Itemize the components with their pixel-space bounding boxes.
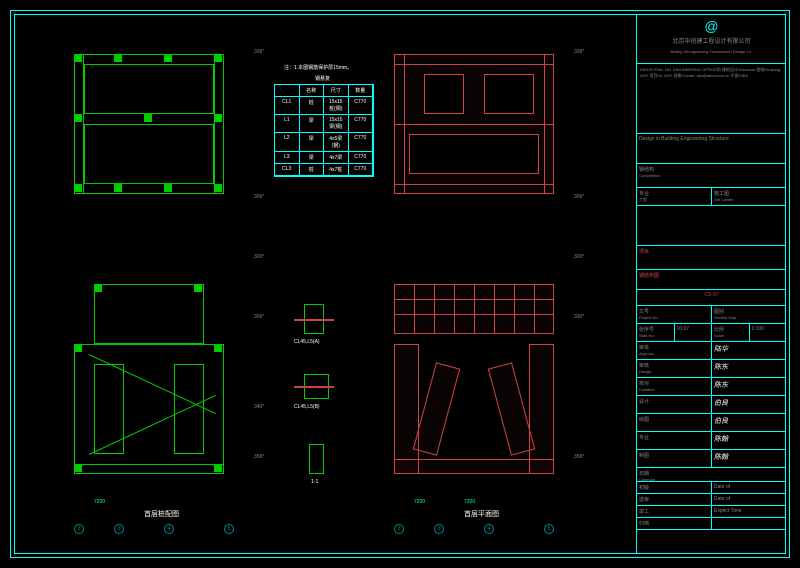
detail-3: 1-1 [299, 444, 339, 484]
grid-4-l: 4 [164, 524, 174, 534]
grid-3-r: 3 [434, 524, 444, 534]
grid-4-r: 4 [484, 524, 494, 534]
elev-bl-2: 306° [254, 314, 264, 320]
grid-3-l: 3 [114, 524, 124, 534]
title-left: 首层桩配图 [144, 509, 179, 519]
detail-2: CL45,L5(B) [294, 374, 344, 414]
company-en: Beijing Zhongchuang Construction Design … [641, 47, 782, 56]
notes: INDUSTRIAL NO. ENGINEERING OFFICE的 建筑设计/… [637, 64, 786, 134]
elev-tl-1: 336° [254, 49, 264, 55]
logo-area: @ 北京中创建工程设计有限公司 Beijing Zhongchuang Cons… [637, 14, 786, 64]
member-table: 钢悬复 名称 尺寸 数量 CL1桩15x15桩(钢)C770 L1梁15x15梁… [274, 84, 374, 177]
elev-tl-2: 309° [254, 194, 264, 200]
dim-2: 7200 [414, 499, 425, 505]
grid-2-l: 2 [74, 524, 84, 534]
company-name: 北京中创建工程设计有限公司 [641, 34, 782, 47]
phase2: 项目 [637, 246, 786, 270]
title-right: 首层平面图 [464, 509, 499, 519]
title-block: @ 北京中创建工程设计有限公司 Beijing Zhongchuang Cons… [636, 14, 786, 554]
elev-bl-4: 359° [254, 454, 264, 460]
elev-br-2: 330° [574, 314, 584, 320]
dim-1: 7200 [94, 499, 105, 505]
plan-bot-left [64, 274, 244, 484]
at-logo: @ [641, 18, 782, 34]
plan-bot-right [384, 274, 564, 484]
grid-2-r: 2 [394, 524, 404, 534]
drawing-name: 钢结构图 [637, 270, 786, 290]
detail-1: CL45,L5(A) [294, 304, 344, 344]
elev-tr-1: 339° [574, 49, 584, 55]
elev-br-1: 320° [574, 254, 584, 260]
elev-bl-1: 320° [254, 254, 264, 260]
grid-5-l: 5 [224, 524, 234, 534]
plan-top-left [64, 44, 244, 204]
drawing-no: CS-07 [637, 290, 786, 306]
table-title: 钢悬复 [315, 75, 330, 82]
elev-br-3: 359° [574, 454, 584, 460]
drawing-area: 336° 309° 339° 309° 320° 306° 340° 359° [14, 14, 636, 554]
dim-3: 7200 [464, 499, 475, 505]
title-note: 注：1.本图钢筋保护层15mm。 [284, 64, 352, 71]
grid-5-r: 5 [544, 524, 554, 534]
elev-bl-3: 340° [254, 404, 264, 410]
plan-top-right [384, 44, 564, 204]
elev-tr-2: 309° [574, 194, 584, 200]
design-note: Design in Building Engineering Structure [637, 134, 786, 164]
